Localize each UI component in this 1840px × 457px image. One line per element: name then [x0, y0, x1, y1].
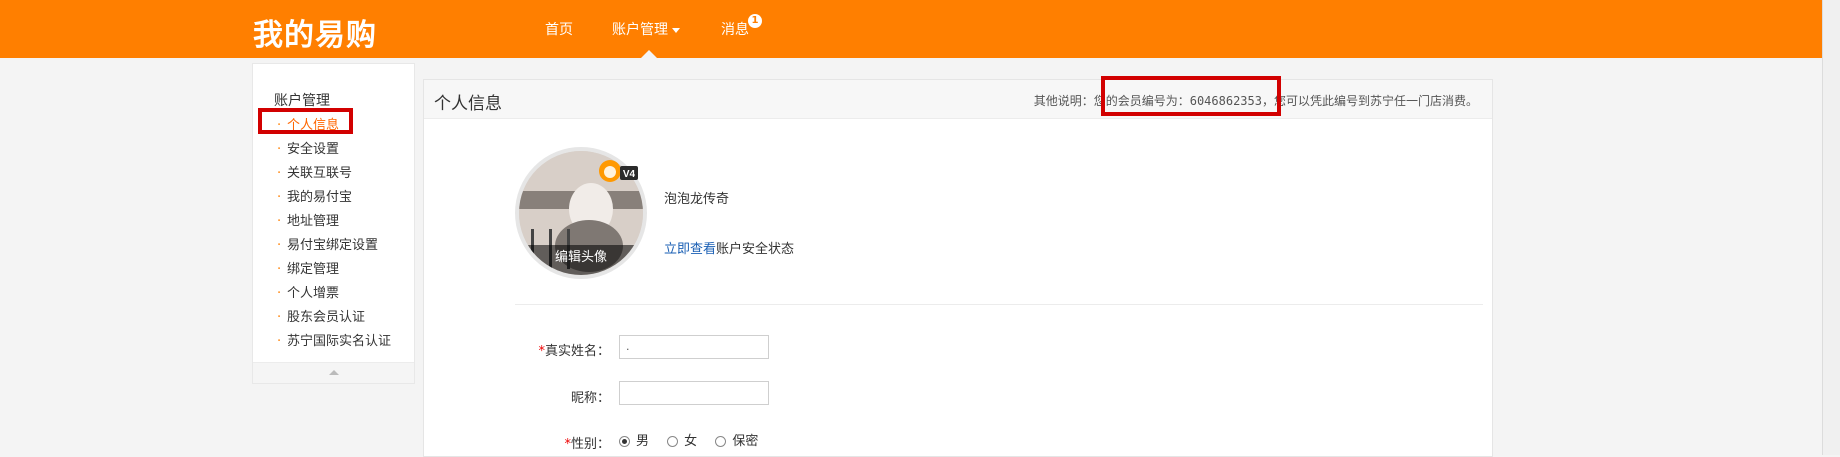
nav-messages[interactable]: 消息 — [721, 19, 749, 39]
vip-level-text: V4 — [623, 169, 636, 180]
site-logo[interactable]: 我的易购 — [253, 10, 377, 54]
account-security-line: 立即查看账户安全状态 — [664, 238, 794, 257]
gender-radio-group: 男 女 保密 — [619, 430, 772, 450]
real-name-input[interactable]: . — [619, 335, 769, 359]
bullet-icon: · — [277, 334, 282, 349]
sidebar-item-shareholder-auth[interactable]: · 股东会员认证 — [253, 306, 414, 330]
real-name-label-text: 真实姓名： — [544, 344, 610, 359]
nav-account-label: 账户管理 — [612, 22, 668, 38]
sidebar-item-binding-management[interactable]: · 绑定管理 — [253, 258, 414, 282]
radio-label: 女 — [684, 434, 698, 449]
gender-radio-private[interactable]: 保密 — [715, 430, 758, 449]
sidebar-item-my-wallet[interactable]: · 我的易付宝 — [253, 186, 414, 210]
panel-header: 个人信息 其他说明：您的会员编号为：6046862353，您可以凭此编号到苏宁任… — [424, 80, 1492, 119]
sidebar-item-label: 地址管理 — [287, 214, 340, 229]
security-status-text: 账户安全状态 — [716, 242, 795, 257]
sidebar-item-wallet-binding[interactable]: · 易付宝绑定设置 — [253, 234, 414, 258]
nickname-label: 昵称： — [570, 391, 610, 406]
highlight-box — [258, 108, 353, 134]
edit-avatar-button[interactable]: 编辑头像 — [519, 245, 643, 275]
nickname-input[interactable] — [619, 381, 769, 405]
nav-home[interactable]: 首页 — [545, 19, 573, 39]
bullet-icon: · — [277, 142, 282, 157]
bullet-icon: · — [277, 286, 282, 301]
gender-radio-female[interactable]: 女 — [667, 430, 697, 449]
radio-checked-icon — [619, 436, 630, 447]
sidebar-menu: · 个人信息 · 安全设置 · 关联互联号 · 我的易付宝 · 地址管理 · 易付宝绑定设置… — [253, 114, 414, 354]
bullet-icon: · — [277, 190, 282, 205]
nav-account-management[interactable]: 账户管理 — [612, 19, 680, 39]
divider — [515, 304, 1483, 305]
top-navbar: 我的易购 首页 账户管理 消息 1 — [0, 0, 1823, 58]
sidebar-item-address[interactable]: · 地址管理 — [253, 210, 414, 234]
vip-level-badge: V4 — [599, 160, 638, 182]
page-title: 个人信息 — [434, 94, 502, 114]
bullet-icon: · — [277, 310, 282, 325]
sidebar-item-label: 苏宁国际实名认证 — [287, 334, 392, 349]
messages-count-badge: 1 — [748, 14, 762, 28]
sidebar-item-security[interactable]: · 安全设置 — [253, 138, 414, 162]
radio-label: 保密 — [732, 434, 759, 449]
username: 泡泡龙传奇 — [664, 192, 730, 207]
sidebar-item-intl-realname[interactable]: · 苏宁国际实名认证 — [253, 330, 414, 354]
sidebar-item-label: 安全设置 — [287, 142, 340, 157]
notice-prefix: 其他说明： — [1033, 94, 1094, 108]
vertical-scrollbar[interactable] — [1822, 0, 1840, 455]
real-name-label: *真实姓名： — [500, 340, 610, 359]
sidebar-item-label: 我的易付宝 — [287, 190, 353, 205]
sidebar-title: 账户管理 — [274, 93, 330, 109]
gender-label: *性别： — [500, 433, 610, 452]
sidebar-item-label: 绑定管理 — [287, 262, 340, 277]
chevron-up-icon — [329, 370, 339, 375]
nav-active-pointer — [641, 50, 657, 58]
bullet-icon: · — [277, 214, 282, 229]
chevron-down-icon — [672, 27, 680, 33]
sidebar-collapse-button[interactable] — [253, 362, 414, 383]
sidebar-item-label: 关联互联号 — [287, 166, 353, 181]
sidebar-item-label: 股东会员认证 — [287, 310, 366, 325]
notice-suffix: ，您可以凭此编号到苏宁任一门店消费。 — [1261, 94, 1478, 108]
gender-label-text: 性别： — [570, 437, 610, 452]
view-security-link[interactable]: 立即查看 — [664, 242, 716, 257]
highlight-box — [1101, 76, 1281, 116]
bullet-icon: · — [277, 238, 282, 253]
sidebar-item-label: 易付宝绑定设置 — [287, 238, 379, 253]
gender-radio-male[interactable]: 男 — [619, 430, 649, 449]
radio-unchecked-icon — [715, 436, 727, 447]
bullet-icon: · — [277, 166, 282, 181]
radio-unchecked-icon — [667, 436, 679, 447]
sidebar-item-label: 个人增票 — [287, 286, 340, 301]
radio-label: 男 — [636, 434, 650, 449]
bullet-icon: · — [277, 262, 282, 277]
sidebar-item-vat-invoice[interactable]: · 个人增票 — [253, 282, 414, 306]
sidebar-item-linked-accounts[interactable]: · 关联互联号 — [253, 162, 414, 186]
